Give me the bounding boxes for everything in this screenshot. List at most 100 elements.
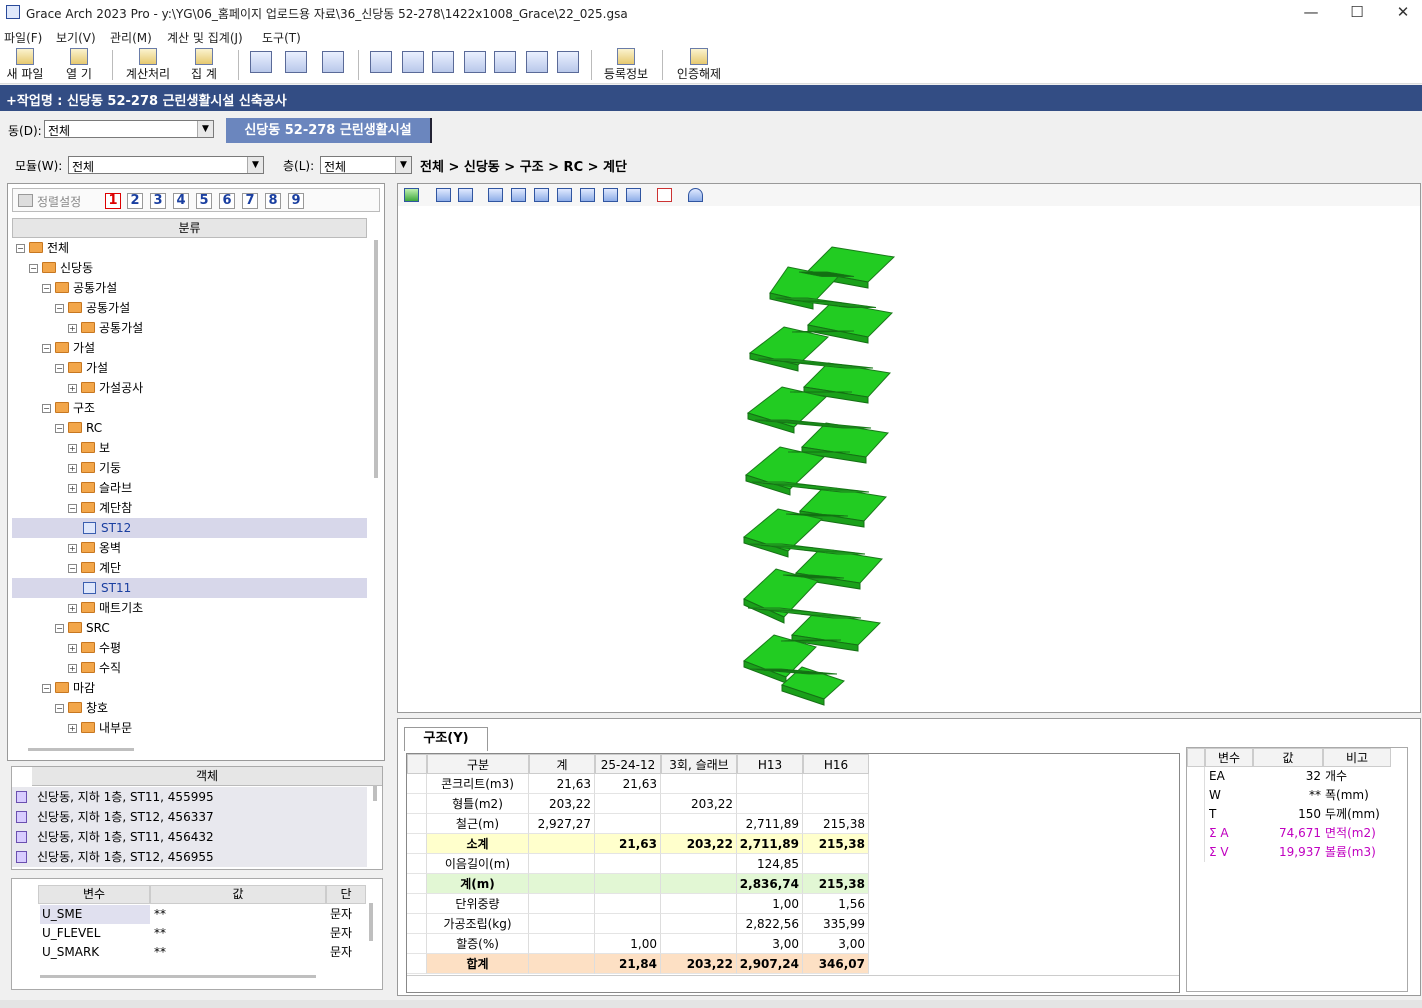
search-icon[interactable] [250, 51, 272, 73]
module-select[interactable]: 전체 ▼ [68, 156, 264, 174]
tree-item[interactable]: − 계단참 [12, 498, 367, 518]
var-row[interactable]: U_FLEVEL ** 문자 [20, 924, 366, 943]
globe-icon[interactable] [436, 188, 451, 202]
expand-icon[interactable]: + [68, 544, 77, 553]
measure-icon[interactable] [526, 51, 548, 73]
cube-top-icon[interactable] [580, 188, 595, 202]
find-icon[interactable] [322, 51, 344, 73]
tab-structure[interactable]: 구조(Y) [404, 727, 488, 751]
tree-item[interactable]: − SRC [12, 618, 367, 638]
cube-front-icon[interactable] [488, 188, 503, 202]
collapse-icon[interactable]: − [55, 624, 64, 633]
tree-item[interactable]: + 수직 [12, 658, 367, 678]
tree-item[interactable]: − 신당동 [12, 258, 367, 278]
sort-level-2[interactable]: 2 [127, 193, 143, 209]
expand-icon[interactable]: + [68, 324, 77, 333]
sort-level-8[interactable]: 8 [265, 193, 281, 209]
summary-button[interactable]: 집 계 [182, 48, 226, 82]
model-view-panel[interactable] [397, 183, 1421, 713]
var-row[interactable]: U_SMARK ** 문자 [20, 943, 366, 962]
stair-3d-model[interactable] [398, 207, 1420, 713]
cube-left-icon[interactable] [534, 188, 549, 202]
minimize-button[interactable]: — [1288, 0, 1334, 26]
expand-icon[interactable]: + [68, 644, 77, 653]
collapse-icon[interactable]: − [55, 304, 64, 313]
tree-item[interactable]: + 수평 [12, 638, 367, 658]
var-hscrollbar[interactable] [40, 975, 316, 978]
unauth-button[interactable]: 인증해제 [674, 48, 724, 82]
expand-icon[interactable]: + [68, 384, 77, 393]
close-button[interactable]: ✕ [1380, 0, 1422, 26]
tree-item[interactable]: + 가설공사 [12, 378, 367, 398]
collapse-icon[interactable]: − [29, 264, 38, 273]
tree-item[interactable]: + 내부문 [12, 718, 367, 738]
tree-item[interactable]: − 마감 [12, 678, 367, 698]
tree-item[interactable]: − 공통가설 [12, 298, 367, 318]
expand-icon[interactable]: + [68, 664, 77, 673]
open-button[interactable]: 열 기 [58, 48, 100, 82]
new-file-button[interactable]: 새 파일 [4, 48, 46, 82]
calc-button[interactable]: 계산처리 [122, 48, 174, 82]
cube-right-icon[interactable] [557, 188, 572, 202]
tree-item[interactable]: − 공통가설 [12, 278, 367, 298]
grid-icon[interactable] [370, 51, 392, 73]
menu-file[interactable]: 파일(F) [4, 29, 42, 46]
tree-item[interactable]: − 가설 [12, 358, 367, 378]
hierarchy-icon[interactable] [458, 188, 473, 202]
collapse-icon[interactable]: − [42, 684, 51, 693]
cube-back-icon[interactable] [511, 188, 526, 202]
object-row[interactable]: 신당동, 지하 1층, ST11, 456432 [12, 827, 367, 847]
beam-icon[interactable] [432, 51, 454, 73]
var-row[interactable]: U_SME ** 문자 [20, 905, 366, 924]
tree-item[interactable]: ST11 [12, 578, 367, 598]
collapse-icon[interactable]: − [16, 244, 25, 253]
tree-item[interactable]: − 창호 [12, 698, 367, 718]
tree-item[interactable]: − 구조 [12, 398, 367, 418]
edit-icon[interactable] [494, 51, 516, 73]
list-icon[interactable] [657, 188, 672, 202]
expand-icon[interactable]: + [68, 484, 77, 493]
tree-item[interactable]: + 기둥 [12, 458, 367, 478]
register-info-button[interactable]: 등록정보 [602, 48, 650, 82]
sort-level-9[interactable]: 9 [288, 193, 304, 209]
sort-level-1[interactable]: 1 [105, 193, 121, 209]
object-scrollbar[interactable] [373, 785, 377, 801]
tree-item[interactable]: + 공통가설 [12, 318, 367, 338]
tree-item[interactable]: + 슬라브 [12, 478, 367, 498]
var-scrollbar[interactable] [369, 903, 373, 941]
cube-bottom-icon[interactable] [603, 188, 618, 202]
expand-icon[interactable]: + [68, 724, 77, 733]
collapse-icon[interactable]: − [68, 504, 77, 513]
object-row[interactable]: 신당동, 지하 1층, ST12, 456955 [12, 847, 367, 867]
maximize-button[interactable]: ☐ [1334, 0, 1380, 26]
object-row[interactable]: 신당동, 지하 1층, ST11, 455995 [12, 787, 367, 807]
dong-select[interactable]: 전체 ▼ [44, 120, 214, 138]
expand-icon[interactable]: + [68, 444, 77, 453]
terrain-icon[interactable] [688, 188, 703, 202]
tree-hscrollbar[interactable] [28, 748, 134, 751]
collapse-icon[interactable]: − [68, 564, 77, 573]
collapse-icon[interactable]: − [42, 284, 51, 293]
collapse-icon[interactable]: − [42, 404, 51, 413]
menu-calc[interactable]: 계산 및 집계(J) [167, 29, 243, 46]
expand-icon[interactable]: + [68, 464, 77, 473]
column-icon[interactable] [402, 51, 424, 73]
object-row[interactable]: 신당동, 지하 1층, ST12, 456337 [12, 807, 367, 827]
tree-item[interactable]: + 매트기초 [12, 598, 367, 618]
expand-icon[interactable]: + [68, 604, 77, 613]
collapse-icon[interactable]: − [55, 364, 64, 373]
tree-item[interactable]: ST12 [12, 518, 367, 538]
collapse-icon[interactable]: − [42, 344, 51, 353]
floor-select[interactable]: 전체 ▼ [320, 156, 412, 174]
tree-item[interactable]: − 계단 [12, 558, 367, 578]
sort-settings-button[interactable]: 정렬설정 [37, 193, 81, 210]
sort-level-5[interactable]: 5 [196, 193, 212, 209]
menu-tools[interactable]: 도구(T) [262, 29, 301, 46]
collapse-icon[interactable]: − [55, 424, 64, 433]
tree-item[interactable]: − RC [12, 418, 367, 438]
sort-level-7[interactable]: 7 [242, 193, 258, 209]
sort-level-4[interactable]: 4 [173, 193, 189, 209]
dong-tab[interactable]: 신당동 52-278 근린생활시설 [226, 118, 432, 143]
tree-item[interactable]: + 옹벽 [12, 538, 367, 558]
window-icon[interactable] [557, 51, 579, 73]
